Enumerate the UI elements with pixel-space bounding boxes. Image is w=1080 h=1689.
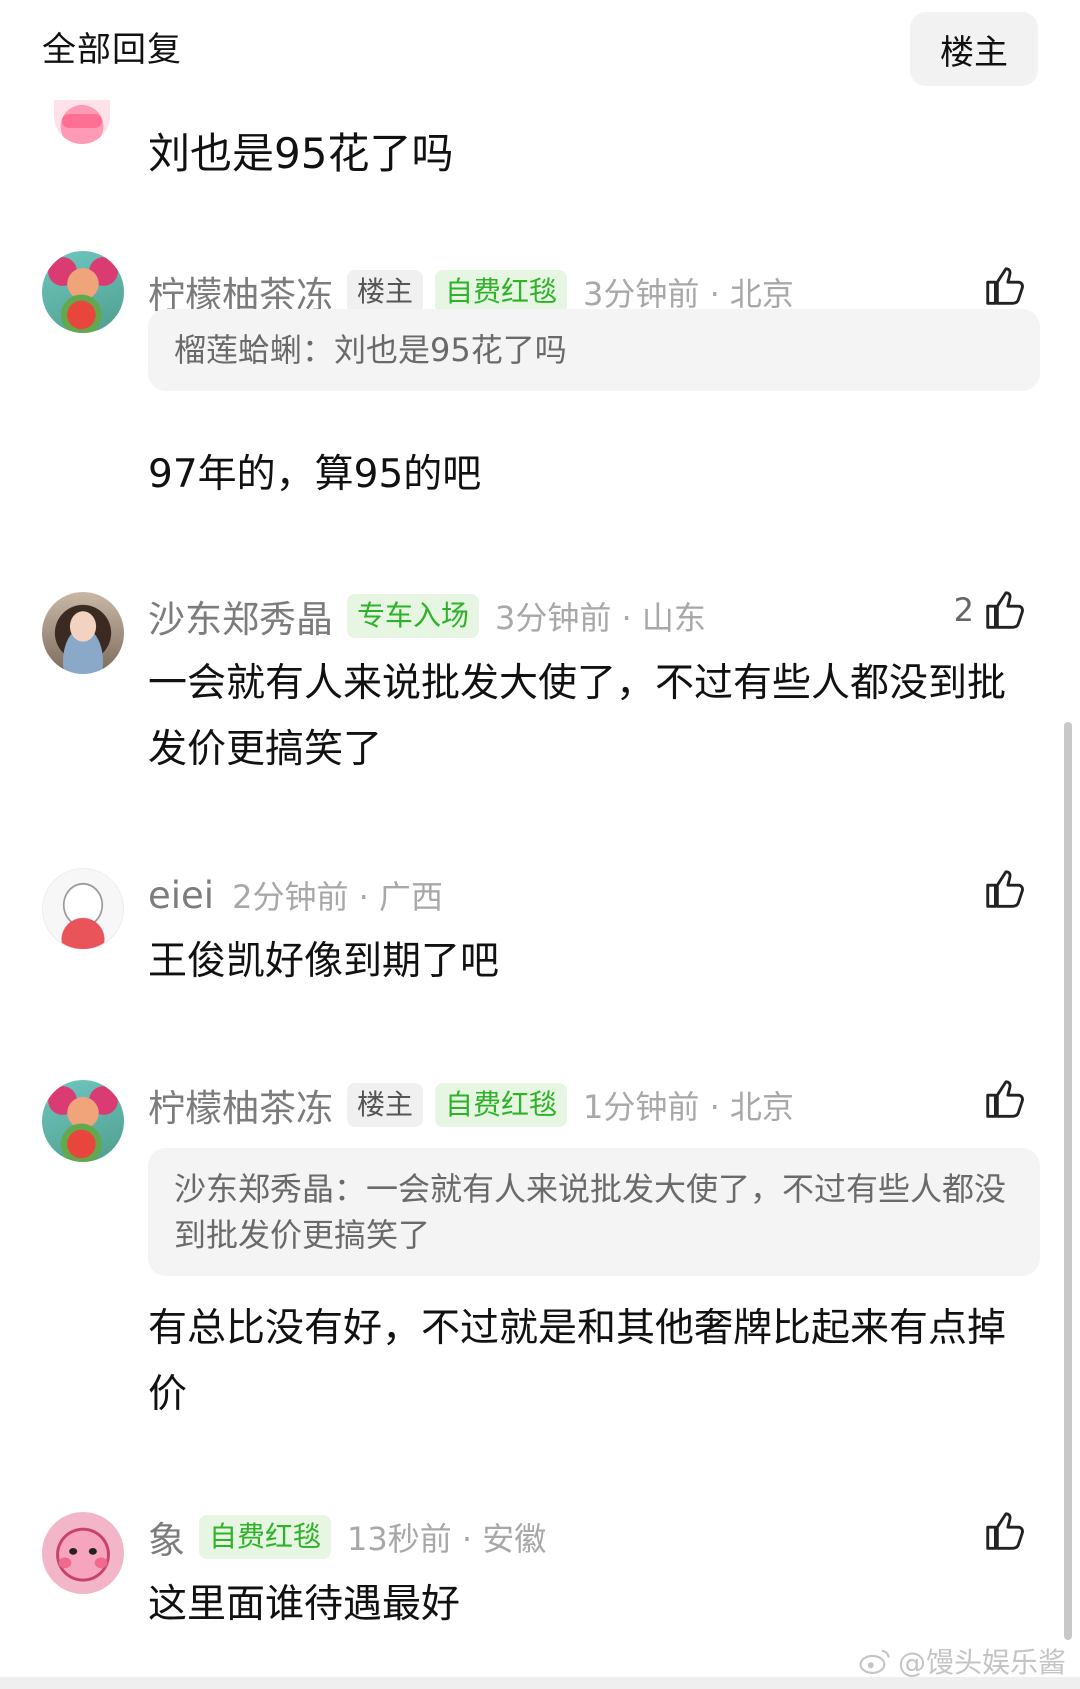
- avatar[interactable]: [54, 100, 110, 144]
- header-title: 全部回复: [42, 30, 182, 70]
- avatar[interactable]: [42, 1080, 124, 1162]
- op-tag: 楼主: [347, 270, 424, 314]
- op-tag: 楼主: [347, 1083, 424, 1127]
- timestamp-location: 2分钟前 · 广西: [232, 878, 443, 916]
- thumbs-up-icon: [986, 1512, 1024, 1550]
- badge-tag: 自费红毯: [199, 1515, 332, 1559]
- comment-meta: 沙东郑秀晶 专车入场 3分钟前 · 山东: [148, 589, 706, 643]
- timestamp-location: 1分钟前 · 北京: [583, 1088, 794, 1126]
- comment-meta: 象 自费红毯 13秒前 · 安徽: [148, 1510, 546, 1564]
- username[interactable]: 柠檬柚茶冻: [148, 1078, 333, 1132]
- like-count: 2: [953, 591, 974, 629]
- like-button[interactable]: [982, 866, 1028, 912]
- scrollbar[interactable]: [1064, 722, 1072, 1640]
- op-filter-button[interactable]: 楼主: [910, 12, 1038, 86]
- timestamp-location: 3分钟前 · 山东: [495, 599, 706, 637]
- comment-text: 有总比没有好，不过就是和其他奢牌比起来有点掉价: [148, 1306, 1007, 1417]
- badge-tag: 自费红毯: [435, 1083, 568, 1127]
- comment-meta: 柠檬柚茶冻 楼主 自费红毯 1分钟前 · 北京: [148, 1078, 794, 1132]
- reply-text: 刘也是95花了吗: [148, 129, 454, 178]
- avatar[interactable]: [42, 592, 124, 674]
- comment-text: 一会就有人来说批发大使了，不过有些人都没到批发价更搞笑了: [148, 661, 1007, 772]
- like-button[interactable]: [982, 1076, 1028, 1122]
- badge-tag: 专车入场: [347, 594, 480, 638]
- thumbs-up-icon: [986, 591, 1024, 629]
- username[interactable]: 沙东郑秀晶: [148, 589, 333, 643]
- comment-text: 王俊凯好像到期了吧: [148, 939, 500, 984]
- like-button[interactable]: 2: [954, 587, 1028, 633]
- avatar[interactable]: [42, 868, 124, 950]
- quoted-reply: 榴莲蛤蜊：刘也是95花了吗: [148, 309, 1040, 391]
- quoted-reply: 沙东郑秀晶：一会就有人来说批发大使了，不过有些人都没到批发价更搞笑了: [148, 1148, 1040, 1276]
- timestamp-location: 13秒前 · 安徽: [347, 1520, 547, 1558]
- thumbs-up-icon: [986, 870, 1024, 908]
- comment-meta: eiei 2分钟前 · 广西: [148, 868, 443, 922]
- thumbs-up-icon: [986, 267, 1024, 305]
- watermark-text: @馒头娱乐酱: [897, 1646, 1066, 1679]
- weibo-logo-icon: [859, 1649, 890, 1674]
- comment-text: 这里面谁待遇最好: [148, 1582, 461, 1627]
- avatar[interactable]: [42, 1512, 124, 1594]
- username[interactable]: eiei: [148, 874, 214, 917]
- username[interactable]: 象: [148, 1510, 185, 1564]
- like-button[interactable]: [982, 1508, 1028, 1554]
- watermark: @馒头娱乐酱: [858, 1641, 1066, 1681]
- badge-tag: 自费红毯: [435, 270, 568, 314]
- comment-text: 97年的，算95的吧: [148, 452, 482, 497]
- bottom-bar: [0, 1677, 1080, 1689]
- avatar[interactable]: [42, 251, 124, 333]
- like-button[interactable]: [982, 263, 1028, 309]
- thumbs-up-icon: [986, 1080, 1024, 1118]
